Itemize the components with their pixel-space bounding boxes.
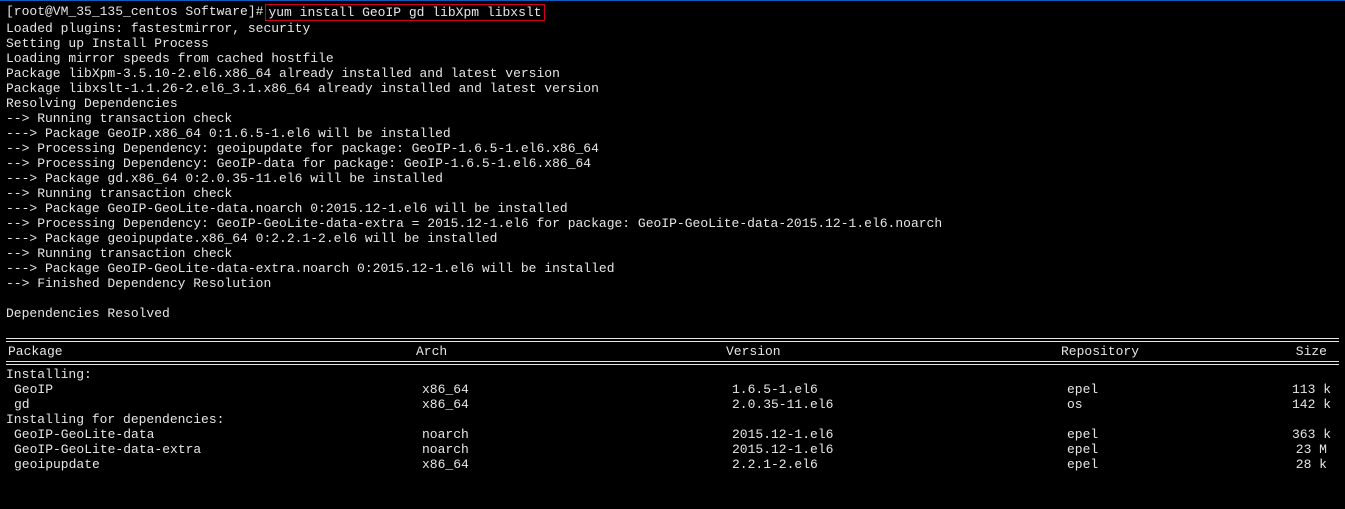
cell-version: 2015.12-1.el6 <box>732 427 1067 442</box>
cell-repo: os <box>1067 397 1292 412</box>
cell-arch: x86_64 <box>422 382 732 397</box>
terminal-line <box>6 321 1339 336</box>
shell-prompt-prefix: [root@VM_35_135_centos Software]# <box>6 4 263 19</box>
terminal-line: --> Running transaction check <box>6 246 1339 261</box>
col-header-repo: Repository <box>1061 344 1286 359</box>
cell-arch: x86_64 <box>422 397 732 412</box>
table-body: Installing:GeoIPx86_641.6.5-1.el6epel113… <box>6 367 1339 472</box>
cell-package: GeoIP-GeoLite-data-extra <box>6 442 422 457</box>
table-row: geoipupdatex86_642.2.1-2.el6epel28 k <box>6 457 1339 472</box>
col-header-package: Package <box>6 344 416 359</box>
terminal-line: Loading mirror speeds from cached hostfi… <box>6 51 1339 66</box>
table-section-label: Installing: <box>6 367 1339 382</box>
terminal-line: --> Processing Dependency: geoipupdate f… <box>6 141 1339 156</box>
cell-arch: noarch <box>422 427 732 442</box>
terminal-line: --> Running transaction check <box>6 186 1339 201</box>
cell-repo: epel <box>1067 382 1292 397</box>
cell-size: 28 k <box>1292 457 1339 472</box>
terminal-line: --> Processing Dependency: GeoIP-GeoLite… <box>6 216 1339 231</box>
cell-size: 113 k <box>1292 382 1343 397</box>
cell-size: 23 M <box>1292 442 1339 457</box>
highlighted-command: yum install GeoIP gd libXpm libxslt <box>265 4 544 21</box>
terminal-line <box>6 291 1339 306</box>
terminal-line: Resolving Dependencies <box>6 96 1339 111</box>
terminal-line: --> Processing Dependency: GeoIP-data fo… <box>6 156 1339 171</box>
col-header-arch: Arch <box>416 344 726 359</box>
col-header-size: Size <box>1286 344 1339 359</box>
terminal-line: Package libxslt-1.1.26-2.el6_3.1.x86_64 … <box>6 81 1339 96</box>
table-header-rule <box>6 361 1339 365</box>
table-row: gdx86_642.0.35-11.el6os142 k <box>6 397 1339 412</box>
terminal-line: ---> Package gd.x86_64 0:2.0.35-11.el6 w… <box>6 171 1339 186</box>
cell-arch: x86_64 <box>422 457 732 472</box>
cell-size: 363 k <box>1292 427 1343 442</box>
terminal-line: --> Finished Dependency Resolution <box>6 276 1339 291</box>
terminal-line: Setting up Install Process <box>6 36 1339 51</box>
cell-package: geoipupdate <box>6 457 422 472</box>
table-row: GeoIP-GeoLite-datanoarch2015.12-1.el6epe… <box>6 427 1339 442</box>
terminal-line: ---> Package GeoIP-GeoLite-data-extra.no… <box>6 261 1339 276</box>
table-section-label: Installing for dependencies: <box>6 412 1339 427</box>
terminal-line: ---> Package GeoIP.x86_64 0:1.6.5-1.el6 … <box>6 126 1339 141</box>
cell-version: 1.6.5-1.el6 <box>732 382 1067 397</box>
terminal-line: Loaded plugins: fastestmirror, security <box>6 21 1339 36</box>
terminal-line: ---> Package GeoIP-GeoLite-data.noarch 0… <box>6 201 1339 216</box>
terminal-output: Loaded plugins: fastestmirror, securityS… <box>6 21 1339 336</box>
cell-version: 2.0.35-11.el6 <box>732 397 1067 412</box>
cell-package: gd <box>6 397 422 412</box>
table-row: GeoIPx86_641.6.5-1.el6epel113 k <box>6 382 1339 397</box>
cell-version: 2.2.1-2.el6 <box>732 457 1067 472</box>
terminal-line: Dependencies Resolved <box>6 306 1339 321</box>
col-header-version: Version <box>726 344 1061 359</box>
cell-size: 142 k <box>1292 397 1343 412</box>
cell-package: GeoIP-GeoLite-data <box>6 427 422 442</box>
cell-repo: epel <box>1067 427 1292 442</box>
cell-repo: epel <box>1067 457 1292 472</box>
table-header-row: Package Arch Version Repository Size <box>6 344 1339 359</box>
terminal-line: Package libXpm-3.5.10-2.el6.x86_64 alrea… <box>6 66 1339 81</box>
terminal-line: ---> Package geoipupdate.x86_64 0:2.2.1-… <box>6 231 1339 246</box>
terminal-line: --> Running transaction check <box>6 111 1339 126</box>
table-row: GeoIP-GeoLite-data-extranoarch2015.12-1.… <box>6 442 1339 457</box>
cell-arch: noarch <box>422 442 732 457</box>
table-top-rule <box>6 338 1339 342</box>
cell-repo: epel <box>1067 442 1292 457</box>
cell-version: 2015.12-1.el6 <box>732 442 1067 457</box>
dependency-table: Package Arch Version Repository Size <box>6 344 1339 359</box>
cell-package: GeoIP <box>6 382 422 397</box>
shell-prompt-line: [root@VM_35_135_centos Software]# yum in… <box>6 4 1339 21</box>
